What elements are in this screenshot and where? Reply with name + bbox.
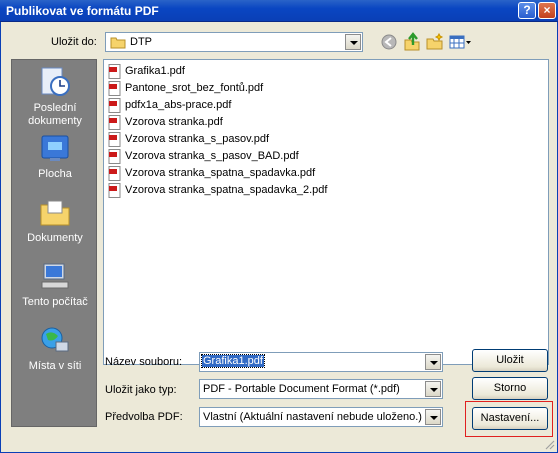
documents-folder-icon	[40, 200, 70, 226]
file-name: Grafika1.pdf	[125, 65, 185, 77]
my-computer-icon	[41, 263, 69, 289]
file-name: Vzorova stranka_s_pasov.pdf	[125, 133, 270, 145]
close-button[interactable]: ×	[538, 2, 556, 19]
network-places-icon	[41, 327, 69, 352]
place-label: Dokumenty	[27, 232, 83, 244]
settings-button[interactable]: Nastavení...	[472, 407, 548, 430]
type-value: PDF - Portable Document Format (*.pdf)	[203, 383, 400, 395]
pdf-file-icon	[108, 166, 121, 181]
preset-dropdown-button[interactable]	[425, 409, 441, 425]
place-recent-documents[interactable]: Poslední dokumenty	[12, 66, 98, 128]
view-menu-icon[interactable]	[448, 32, 472, 52]
pdf-file-icon	[108, 81, 121, 96]
place-label: Plocha	[38, 168, 72, 180]
filename-dropdown-button[interactable]	[425, 354, 441, 370]
title-bar[interactable]: Publikovat ve formátu PDF ? ×	[0, 0, 558, 22]
pdf-file-icon	[108, 64, 121, 79]
lookin-label: Uložit do:	[51, 36, 97, 48]
file-name: Pantone_srot_bez_fontů.pdf	[125, 82, 264, 94]
help-button[interactable]: ?	[518, 2, 536, 19]
preset-label: Předvolba PDF:	[105, 411, 183, 423]
resize-grip-icon[interactable]	[543, 438, 555, 450]
place-my-computer[interactable]: Tento počítač	[12, 260, 98, 309]
type-dropdown[interactable]: PDF - Portable Document Format (*.pdf)	[199, 379, 443, 399]
filename-label: Název souboru:	[105, 356, 183, 368]
file-name: Vzorova stranka_spatna_spadavka.pdf	[125, 167, 316, 179]
type-label: Uložit jako typ:	[105, 384, 177, 396]
pdf-file-icon	[108, 149, 121, 164]
place-desktop[interactable]: Plocha	[12, 132, 98, 181]
lookin-value: DTP	[130, 36, 152, 48]
places-bar: Poslední dokumenty Plocha Dokumenty Tent…	[11, 59, 97, 427]
cancel-button[interactable]: Storno	[472, 377, 548, 400]
file-list[interactable]: Grafika1.pdf Pantone_srot_bez_fontů.pdf …	[103, 59, 549, 365]
preset-dropdown[interactable]: Vlastní (Aktuální nastavení nebude ulože…	[199, 407, 443, 427]
file-name: pdfx1a_abs-prace.pdf	[125, 99, 232, 111]
place-label: Místa v síti	[28, 360, 82, 372]
pdf-file-icon	[108, 98, 121, 113]
place-label: Poslední dokumenty	[28, 102, 82, 127]
filename-input[interactable]: Grafika1.pdf	[199, 352, 443, 372]
window-title: Publikovat ve formátu PDF	[6, 4, 159, 18]
filename-value: Grafika1.pdf	[201, 354, 265, 368]
pdf-file-icon	[108, 132, 121, 147]
file-name: Vzorova stranka_s_pasov_BAD.pdf	[125, 150, 299, 162]
file-name: Vzorova stranka.pdf	[125, 116, 223, 128]
lookin-dropdown-button[interactable]	[345, 34, 361, 50]
lookin-dropdown[interactable]: DTP	[105, 32, 363, 52]
file-name: Vzorova stranka_spatna_spadavka_2.pdf	[125, 184, 328, 196]
pdf-file-icon	[108, 115, 121, 130]
place-label: Tento počítač	[22, 296, 88, 308]
recent-documents-icon	[41, 67, 70, 96]
pdf-file-icon	[108, 183, 121, 198]
type-dropdown-button[interactable]	[425, 381, 441, 397]
up-folder-icon[interactable]	[402, 32, 422, 52]
save-button[interactable]: Uložit	[472, 349, 548, 372]
place-network[interactable]: Místa v síti	[12, 324, 98, 373]
dialog-body: Uložit do: DTP Poslední dokumenty Plocha…	[0, 22, 558, 453]
back-icon[interactable]	[379, 32, 399, 52]
new-folder-icon[interactable]	[425, 32, 445, 52]
place-documents[interactable]: Dokumenty	[12, 196, 98, 245]
preset-value: Vlastní (Aktuální nastavení nebude ulože…	[203, 411, 422, 423]
folder-icon	[110, 37, 126, 49]
desktop-icon	[41, 135, 69, 161]
